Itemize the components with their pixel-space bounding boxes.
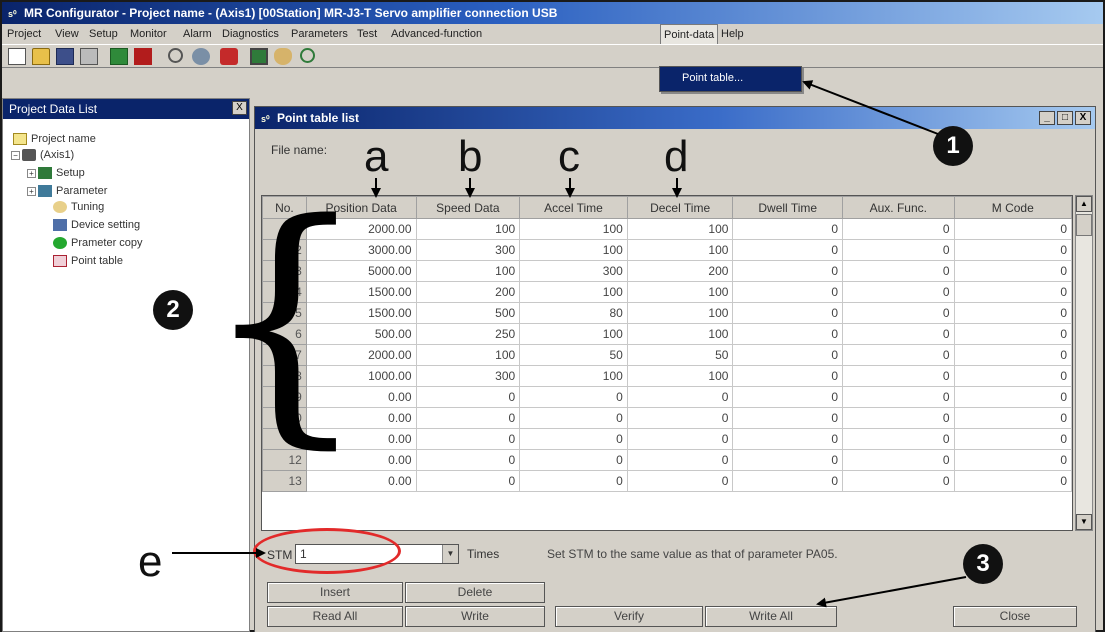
arrow-3 — [816, 576, 967, 608]
arrow-1 — [802, 80, 939, 135]
annotation-arrows — [172, 80, 967, 608]
